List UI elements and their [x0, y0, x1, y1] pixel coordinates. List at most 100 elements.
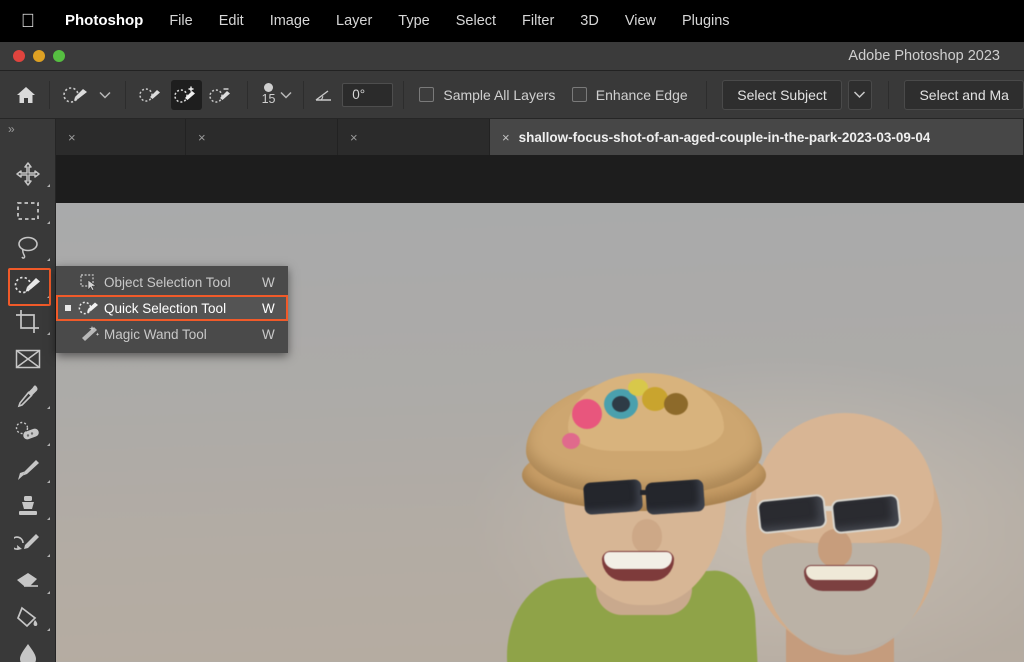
tool-preset-picker[interactable]	[59, 79, 115, 111]
flyout-shortcut: W	[258, 327, 288, 342]
history-brush-tool[interactable]	[0, 525, 56, 562]
document-tab[interactable]: ×	[186, 119, 338, 155]
menu-item-select[interactable]: Select	[443, 0, 509, 42]
clone-stamp-tool[interactable]	[0, 488, 56, 525]
document-tab[interactable]: ×	[56, 119, 186, 155]
brush-size-chevron-down-icon[interactable]	[280, 81, 293, 109]
selection-new-icon[interactable]	[136, 80, 167, 110]
menu-item-type[interactable]: Type	[385, 0, 442, 42]
flyout-item-magic-wand-tool[interactable]: Magic Wand Tool W	[56, 321, 288, 347]
minimize-window-button[interactable]	[33, 50, 45, 62]
angle-input[interactable]: 0°	[342, 83, 393, 107]
chevron-double-right-icon[interactable]: »	[0, 119, 55, 139]
menu-item-plugins[interactable]: Plugins	[669, 0, 743, 42]
menu-item-view[interactable]: View	[612, 0, 669, 42]
hat-flower-teal-center	[612, 396, 630, 412]
spot-healing-brush-tool[interactable]	[0, 414, 56, 451]
menu-item-filter[interactable]: Filter	[509, 0, 567, 42]
blur-tool[interactable]	[0, 636, 56, 662]
menu-item-image[interactable]: Image	[257, 0, 323, 42]
tool-flyout-indicator	[47, 406, 50, 409]
enhance-edge-label: Enhance Edge	[596, 87, 688, 103]
man-smiling-mouth	[804, 565, 878, 591]
move-tool[interactable]	[0, 155, 56, 192]
select-subject-button[interactable]: Select Subject	[722, 80, 842, 110]
angle-icon	[313, 79, 335, 111]
chevron-down-icon[interactable]	[95, 81, 115, 109]
divider	[303, 81, 304, 109]
menu-item-3d[interactable]: 3D	[567, 0, 612, 42]
eraser-tool[interactable]	[0, 562, 56, 599]
magic-wand-icon	[74, 325, 104, 343]
selection-add-icon[interactable]	[171, 80, 202, 110]
brush-tool[interactable]	[0, 451, 56, 488]
flyout-shortcut: W	[258, 301, 288, 316]
tool-flyout-indicator	[47, 554, 50, 557]
document-tab-active[interactable]: × shallow-focus-shot-of-an-aged-couple-i…	[490, 119, 1024, 155]
tool-flyout-indicator	[47, 443, 50, 446]
rectangular-marquee-tool[interactable]	[0, 192, 56, 229]
macos-menu-bar:  Photoshop File Edit Image Layer Type S…	[0, 0, 1024, 42]
home-icon[interactable]	[14, 78, 39, 112]
sample-all-layers-label: Sample All Layers	[443, 87, 555, 103]
selected-marker	[62, 305, 74, 311]
photoshop-window:  Photoshop File Edit Image Layer Type S…	[0, 0, 1024, 662]
sample-all-layers-checkbox[interactable]: Sample All Layers	[419, 87, 555, 103]
close-icon[interactable]: ×	[350, 130, 358, 145]
menu-item-photoshop[interactable]: Photoshop	[52, 0, 156, 42]
brush-size-control[interactable]: 15	[258, 76, 280, 114]
quick-selection-icon	[74, 299, 104, 317]
enhance-edge-checkbox[interactable]: Enhance Edge	[572, 87, 688, 103]
woman-nose	[632, 519, 662, 553]
document-area	[56, 155, 1024, 662]
menu-item-file[interactable]: File	[156, 0, 205, 42]
man-sunglasses	[758, 493, 920, 535]
crop-tool[interactable]	[0, 303, 56, 340]
selection-mode-group	[136, 80, 237, 110]
quick-selection-brush-icon	[59, 79, 93, 111]
tool-flyout-indicator	[47, 184, 50, 187]
close-icon[interactable]: ×	[198, 130, 206, 145]
hat-flower-small-pink	[562, 433, 580, 449]
lasso-tool[interactable]	[0, 229, 56, 266]
angle-value: 0°	[352, 87, 365, 102]
tool-flyout-indicator	[47, 517, 50, 520]
select-subject-chevron-down-icon[interactable]	[848, 80, 872, 110]
gradient-tool[interactable]	[0, 599, 56, 636]
apple-icon[interactable]: 	[18, 9, 38, 33]
document-tab[interactable]: ×	[338, 119, 490, 155]
tool-flyout-indicator	[47, 258, 50, 261]
tool-flyout-indicator	[47, 628, 50, 631]
flyout-item-object-selection-tool[interactable]: Object Selection Tool W	[56, 269, 288, 295]
object-selection-icon	[74, 273, 104, 291]
checkbox-box[interactable]	[572, 87, 587, 102]
quick-selection-flyout-menu: Object Selection Tool W Quick Selection …	[56, 266, 288, 353]
brush-size-value: 15	[262, 93, 276, 106]
quick-selection-tool[interactable]	[0, 266, 56, 303]
checkbox-box[interactable]	[419, 87, 434, 102]
close-icon[interactable]: ×	[502, 130, 510, 145]
eyedropper-tool[interactable]	[0, 377, 56, 414]
close-window-button[interactable]	[13, 50, 25, 62]
tool-flyout-indicator	[47, 295, 50, 298]
tool-flyout-indicator	[47, 480, 50, 483]
menu-item-layer[interactable]: Layer	[323, 0, 385, 42]
woman-sunglasses	[584, 481, 718, 515]
tool-options-bar: 15 0° Sample All Layers Enhance Edge	[0, 71, 1024, 119]
woman-smiling-mouth	[602, 551, 674, 581]
close-icon[interactable]: ×	[68, 130, 76, 145]
flyout-label: Quick Selection Tool	[104, 301, 258, 316]
select-subject-label: Select Subject	[737, 87, 827, 103]
hat-flower-brown	[664, 393, 688, 415]
menu-item-edit[interactable]: Edit	[206, 0, 257, 42]
flyout-shortcut: W	[258, 275, 288, 290]
maximize-window-button[interactable]	[53, 50, 65, 62]
flyout-label: Object Selection Tool	[104, 275, 258, 290]
flyout-item-quick-selection-tool[interactable]: Quick Selection Tool W	[56, 295, 288, 321]
selection-subtract-icon[interactable]	[206, 80, 237, 110]
select-and-mask-button[interactable]: Select and Ma	[904, 80, 1024, 110]
tools-panel: »	[0, 119, 56, 662]
tool-flyout-indicator	[47, 591, 50, 594]
select-and-mask-label: Select and Ma	[919, 87, 1009, 103]
frame-tool[interactable]	[0, 340, 56, 377]
